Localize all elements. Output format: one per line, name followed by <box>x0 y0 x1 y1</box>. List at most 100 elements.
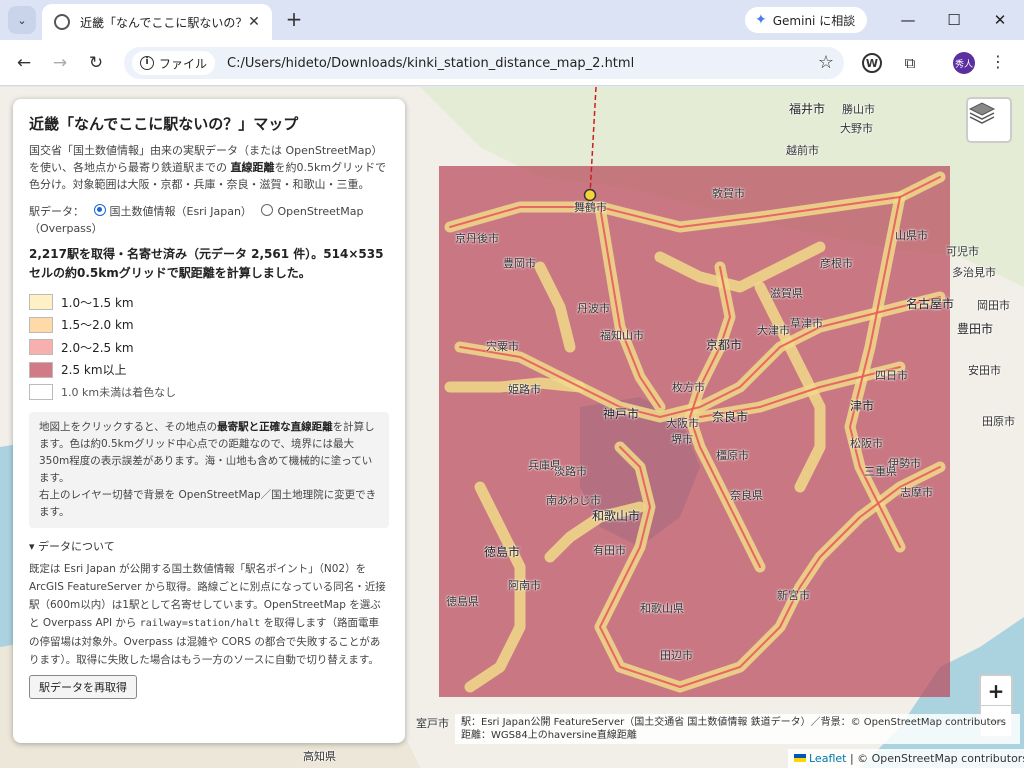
gemini-button[interactable]: ✦ Gemini に相談 <box>745 7 867 33</box>
site-chip-label: ファイル <box>159 56 208 71</box>
globe-icon <box>54 14 70 30</box>
active-tab[interactable]: 近畿「なんでここに駅ないの？」マップ ✕ <box>42 4 272 40</box>
chevron-down-icon: ⌄ <box>17 13 27 27</box>
new-tab-button[interactable]: + <box>282 8 306 32</box>
map-label: 安田市 <box>968 364 1001 377</box>
map-label: 豊田市 <box>957 322 994 336</box>
legend-item: 1.0 km未満は着色なし <box>29 381 389 404</box>
map-label: 舞鶴市 <box>574 201 607 214</box>
data-details-toggle[interactable]: ▾ データについて <box>29 538 389 554</box>
source-radio-esri[interactable] <box>93 204 106 216</box>
legend-label: 2.5 km以上 <box>61 363 127 378</box>
address-bar[interactable]: i ファイル C:/Users/hideto/Downloads/kinki_s… <box>124 47 844 79</box>
layer-switcher-button[interactable] <box>966 97 1012 143</box>
legend-swatch <box>29 294 53 311</box>
extensions-puzzle-icon[interactable]: ⧉ <box>898 51 922 75</box>
map-label: 彦根市 <box>820 257 853 270</box>
map-label: 田原市 <box>982 415 1015 428</box>
gemini-label: Gemini に相談 <box>772 13 856 28</box>
source-radio-osm[interactable] <box>261 204 274 216</box>
reload-stations-button[interactable]: 駅データを再取得 <box>29 674 137 699</box>
map-label: 有田市 <box>593 544 626 557</box>
map-label: 阿南市 <box>508 579 541 592</box>
map-label: 宍粟市 <box>486 340 519 353</box>
legend-swatch <box>29 316 53 333</box>
map-label: 和歌山県 <box>640 602 684 615</box>
map-label: 大野市 <box>840 122 873 135</box>
map-label: 橿原市 <box>716 449 749 462</box>
gemini-icon: ✦ <box>755 12 767 28</box>
panel-intro: 国交省「国土数値情報」由来の実駅データ（または OpenStreetMap）を使… <box>29 142 389 193</box>
data-details-body: 既定は Esri Japan が公開する国土数値情報「駅名ポイント」（N02）を… <box>29 560 389 669</box>
maximize-button[interactable]: ☐ <box>934 6 974 34</box>
map-label: 京都市 <box>706 338 743 352</box>
profile-avatar[interactable]: 秀人 <box>953 52 975 74</box>
intro-bold: 直線距離 <box>230 161 275 174</box>
map-label: 神戸市 <box>603 407 640 421</box>
toolbar: ← → ↻ i ファイル C:/Users/hideto/Downloads/k… <box>0 40 1024 86</box>
map-label: 松阪市 <box>850 437 883 450</box>
data-source-info: 駅：Esri Japan公開 FeatureServer（国土交通省 国土数値情… <box>455 714 1020 744</box>
legend-label: 1.0〜1.5 km <box>61 295 134 310</box>
map-label: 大津市 <box>757 324 790 337</box>
forward-button[interactable]: → <box>46 49 74 77</box>
map-label: 徳島県 <box>446 595 479 608</box>
tab-bar: ⌄ 近畿「なんでここに駅ないの？」マップ ✕ + ✦ Gemini に相談 — … <box>0 0 1024 40</box>
leaflet-link[interactable]: Leaflet <box>809 752 846 765</box>
source-selector: 駅データ： 国土数値情報（Esri Japan） OpenStreetMap（O… <box>29 203 389 237</box>
legend-label: 1.0 km未満は着色なし <box>61 386 177 400</box>
map-label: 室戸市 <box>416 717 449 730</box>
close-window-button[interactable]: ✕ <box>980 6 1020 34</box>
layers-icon <box>968 102 996 124</box>
legend-item: 1.5〜2.0 km <box>29 314 389 337</box>
legend-label: 2.0〜2.5 km <box>61 340 134 355</box>
more-menu-icon[interactable]: ⋮ <box>990 52 1006 71</box>
legend-item: 1.0〜1.5 km <box>29 291 389 314</box>
tab-title: 近畿「なんでここに駅ないの？」マップ <box>80 15 244 30</box>
map-label: 和歌山市 <box>592 509 641 523</box>
legend-label: 1.5〜2.0 km <box>61 318 134 333</box>
info-panel: 近畿「なんでここに駅ないの？」マップ 国交省「国土数値情報」由来の実駅データ（ま… <box>13 99 405 743</box>
map-label: 越前市 <box>786 144 819 157</box>
back-button[interactable]: ← <box>10 49 38 77</box>
minimize-button[interactable]: — <box>888 6 928 34</box>
map-label: 丹波市 <box>577 302 610 315</box>
map-label: 大阪市 <box>666 417 699 430</box>
map-label: 可児市 <box>946 245 979 258</box>
status-message: 2,217駅を取得・名寄せ済み（元データ 2,561 件）。514×535 セル… <box>29 247 384 280</box>
map-label: 津市 <box>850 399 875 413</box>
map-label: 姫路市 <box>508 383 541 396</box>
map-label: 伊勢市 <box>888 457 921 470</box>
tab-search-button[interactable]: ⌄ <box>8 6 36 34</box>
map-label: 多治見市 <box>952 266 996 279</box>
site-info-chip[interactable]: i ファイル <box>132 51 216 75</box>
wordpress-extension-icon[interactable]: W <box>862 53 882 73</box>
map-label: 南あわじ市 <box>546 494 601 507</box>
map-label: 敦賀市 <box>712 187 745 200</box>
legend-item: 2.0〜2.5 km <box>29 336 389 359</box>
source-option-esri[interactable]: 国土数値情報（Esri Japan） <box>110 205 252 218</box>
ukraine-flag-icon <box>794 754 806 762</box>
map-label: 枚方市 <box>672 381 705 394</box>
map-label: 京丹後市 <box>455 232 499 245</box>
bookmark-star-icon[interactable]: ☆ <box>818 52 834 73</box>
usage-note: 地図上をクリックすると、その地点の最寄駅と正確な直線距離を計算します。色は約0.… <box>29 411 389 528</box>
zoom-in-button[interactable]: + <box>981 676 1011 706</box>
details-code: railway=station/halt <box>139 617 261 629</box>
url-text[interactable]: C:/Users/hideto/Downloads/kinki_station_… <box>227 56 634 71</box>
legend: 1.0〜1.5 km 1.5〜2.0 km 2.0〜2.5 km 2.5 km以… <box>29 291 389 404</box>
map-label: 堺市 <box>671 433 693 446</box>
legend-swatch <box>29 384 53 401</box>
map-label: 徳島市 <box>484 545 521 559</box>
map-label: 新宮市 <box>777 589 810 602</box>
map-label: 奈良市 <box>712 410 749 424</box>
note-text-3: 右上のレイヤー切替で背景を OpenStreetMap／国土地理院に変更できます… <box>39 488 377 518</box>
close-tab-icon[interactable]: ✕ <box>244 14 264 30</box>
arrow-right-icon: → <box>52 53 68 73</box>
map-label: 奈良県 <box>730 489 763 502</box>
arrow-left-icon: ← <box>16 53 32 73</box>
map-label: 志摩市 <box>900 486 933 499</box>
reload-button[interactable]: ↻ <box>82 49 110 77</box>
map-label: 名古屋市 <box>906 297 955 311</box>
map-label: 四日市 <box>875 369 908 382</box>
